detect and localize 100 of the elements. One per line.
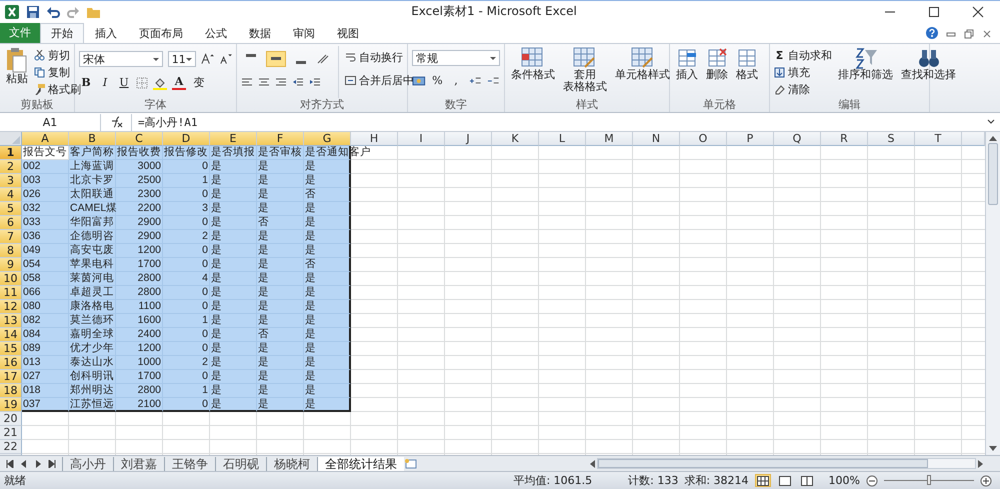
find-select-button[interactable]: 查找和选择: [899, 46, 958, 98]
ribbon-tab[interactable]: 公式: [194, 22, 238, 43]
phonetic-button[interactable]: 变: [191, 75, 207, 90]
row-header[interactable]: 8: [0, 244, 22, 258]
previous-sheet-icon[interactable]: [20, 460, 28, 468]
row-header[interactable]: 22: [0, 440, 22, 454]
scroll-right-icon[interactable]: [978, 460, 984, 468]
column-header[interactable]: M: [586, 132, 633, 146]
view-button[interactable]: [754, 474, 771, 488]
ribbon-tab[interactable]: 页面布局: [128, 22, 194, 43]
view-button[interactable]: [776, 474, 793, 488]
style-button[interactable]: 条件格式: [509, 46, 557, 98]
scroll-left-icon[interactable]: [589, 460, 595, 468]
scrollbar-thumb[interactable]: [598, 459, 928, 468]
row-header[interactable]: 6: [0, 216, 22, 230]
style-button[interactable]: 单元格样式: [613, 46, 672, 98]
column-header[interactable]: A: [22, 132, 69, 146]
scroll-down-icon[interactable]: [989, 446, 997, 452]
column-header[interactable]: G: [304, 132, 351, 146]
row-header[interactable]: 17: [0, 370, 22, 384]
save-icon[interactable]: [26, 4, 40, 19]
row-header[interactable]: 11: [0, 286, 22, 300]
fill-button[interactable]: 填充: [774, 64, 832, 80]
cells-button[interactable]: 删除: [704, 46, 730, 98]
view-button[interactable]: [798, 474, 815, 488]
row-header[interactable]: 2: [0, 160, 22, 174]
row-header[interactable]: 4: [0, 188, 22, 202]
zoom-in-icon[interactable]: [980, 474, 992, 487]
restore-icon[interactable]: [964, 28, 974, 39]
merge-center-button[interactable]: 合并后居中: [345, 72, 414, 88]
font-name-field[interactable]: 宋体: [79, 50, 163, 67]
undo-icon[interactable]: [46, 4, 60, 19]
column-header[interactable]: K: [492, 132, 539, 146]
ribbon-tab[interactable]: 数据: [238, 22, 282, 43]
percent-button[interactable]: %: [430, 74, 444, 88]
row-header[interactable]: 10: [0, 272, 22, 286]
sort-filter-button[interactable]: 排序和筛选: [836, 46, 895, 98]
row-header[interactable]: 1: [0, 146, 22, 160]
ribbon-tab[interactable]: 审阅: [282, 22, 326, 43]
vertical-align-button[interactable]: [266, 50, 286, 67]
ribbon-tab[interactable]: 视图: [326, 22, 370, 43]
next-sheet-icon[interactable]: [34, 460, 42, 468]
column-header[interactable]: T: [915, 132, 962, 146]
cells-button[interactable]: 格式: [734, 46, 760, 98]
scrollbar-thumb[interactable]: [988, 143, 998, 206]
autosum-button[interactable]: Σ 自动求和: [774, 48, 832, 63]
column-header[interactable]: J: [445, 132, 492, 146]
help-icon[interactable]: [926, 26, 938, 39]
row-header[interactable]: 16: [0, 356, 22, 370]
cut-button[interactable]: 剪切: [34, 48, 81, 63]
row-header[interactable]: 3: [0, 174, 22, 188]
column-header[interactable]: I: [398, 132, 445, 146]
ribbon-tab[interactable]: 插入: [84, 22, 128, 43]
first-sheet-icon[interactable]: [6, 460, 14, 468]
last-sheet-icon[interactable]: [48, 460, 56, 468]
row-header[interactable]: 7: [0, 230, 22, 244]
row-header[interactable]: 21: [0, 426, 22, 440]
ribbon-tab[interactable]: 开始: [40, 22, 84, 43]
column-header[interactable]: E: [210, 132, 257, 146]
column-header[interactable]: N: [633, 132, 680, 146]
column-header[interactable]: P: [727, 132, 774, 146]
copy-button[interactable]: 复制: [34, 64, 81, 80]
excel-logo-icon[interactable]: [4, 4, 20, 20]
comma-button[interactable]: ,: [449, 74, 463, 88]
row-header[interactable]: 13: [0, 314, 22, 328]
format-painter-button[interactable]: 格式刷: [34, 82, 81, 97]
column-header[interactable]: S: [868, 132, 915, 146]
column-header[interactable]: L: [539, 132, 586, 146]
zoom-out-icon[interactable]: [866, 474, 878, 487]
orientation-icon[interactable]: [316, 52, 330, 65]
insert-function-icon[interactable]: [109, 116, 123, 128]
grow-font-icon[interactable]: [201, 52, 214, 65]
bold-button[interactable]: B: [79, 76, 93, 90]
underline-button[interactable]: U: [117, 76, 131, 90]
number-format-field[interactable]: 常规: [412, 50, 500, 66]
font-color-button[interactable]: A: [172, 75, 186, 90]
row-header[interactable]: 20: [0, 412, 22, 426]
align-left-icon[interactable]: [241, 78, 253, 88]
row-header[interactable]: 19: [0, 398, 22, 412]
maximize-icon[interactable]: [928, 6, 940, 18]
increase-indent-icon[interactable]: [309, 78, 321, 88]
clear-button[interactable]: 清除: [774, 82, 832, 97]
column-header[interactable]: B: [69, 132, 116, 146]
shrink-font-icon[interactable]: [219, 52, 232, 65]
column-header[interactable]: F: [257, 132, 304, 146]
font-size-field[interactable]: 11: [168, 50, 196, 67]
row-header[interactable]: 18: [0, 384, 22, 398]
column-header[interactable]: R: [821, 132, 868, 146]
borders-icon[interactable]: [136, 76, 148, 89]
row-header[interactable]: 9: [0, 258, 22, 272]
new-sheet-icon[interactable]: [404, 458, 418, 470]
column-header[interactable]: D: [163, 132, 210, 146]
align-center-icon[interactable]: [258, 78, 270, 88]
column-header[interactable]: Q: [774, 132, 821, 146]
close-icon[interactable]: [972, 6, 984, 18]
sheet-tab[interactable]: 全部统计结果: [317, 456, 404, 471]
column-header[interactable]: O: [680, 132, 727, 146]
row-header[interactable]: 14: [0, 328, 22, 342]
column-header[interactable]: H: [351, 132, 398, 146]
zoom-slider-thumb[interactable]: [927, 475, 931, 486]
